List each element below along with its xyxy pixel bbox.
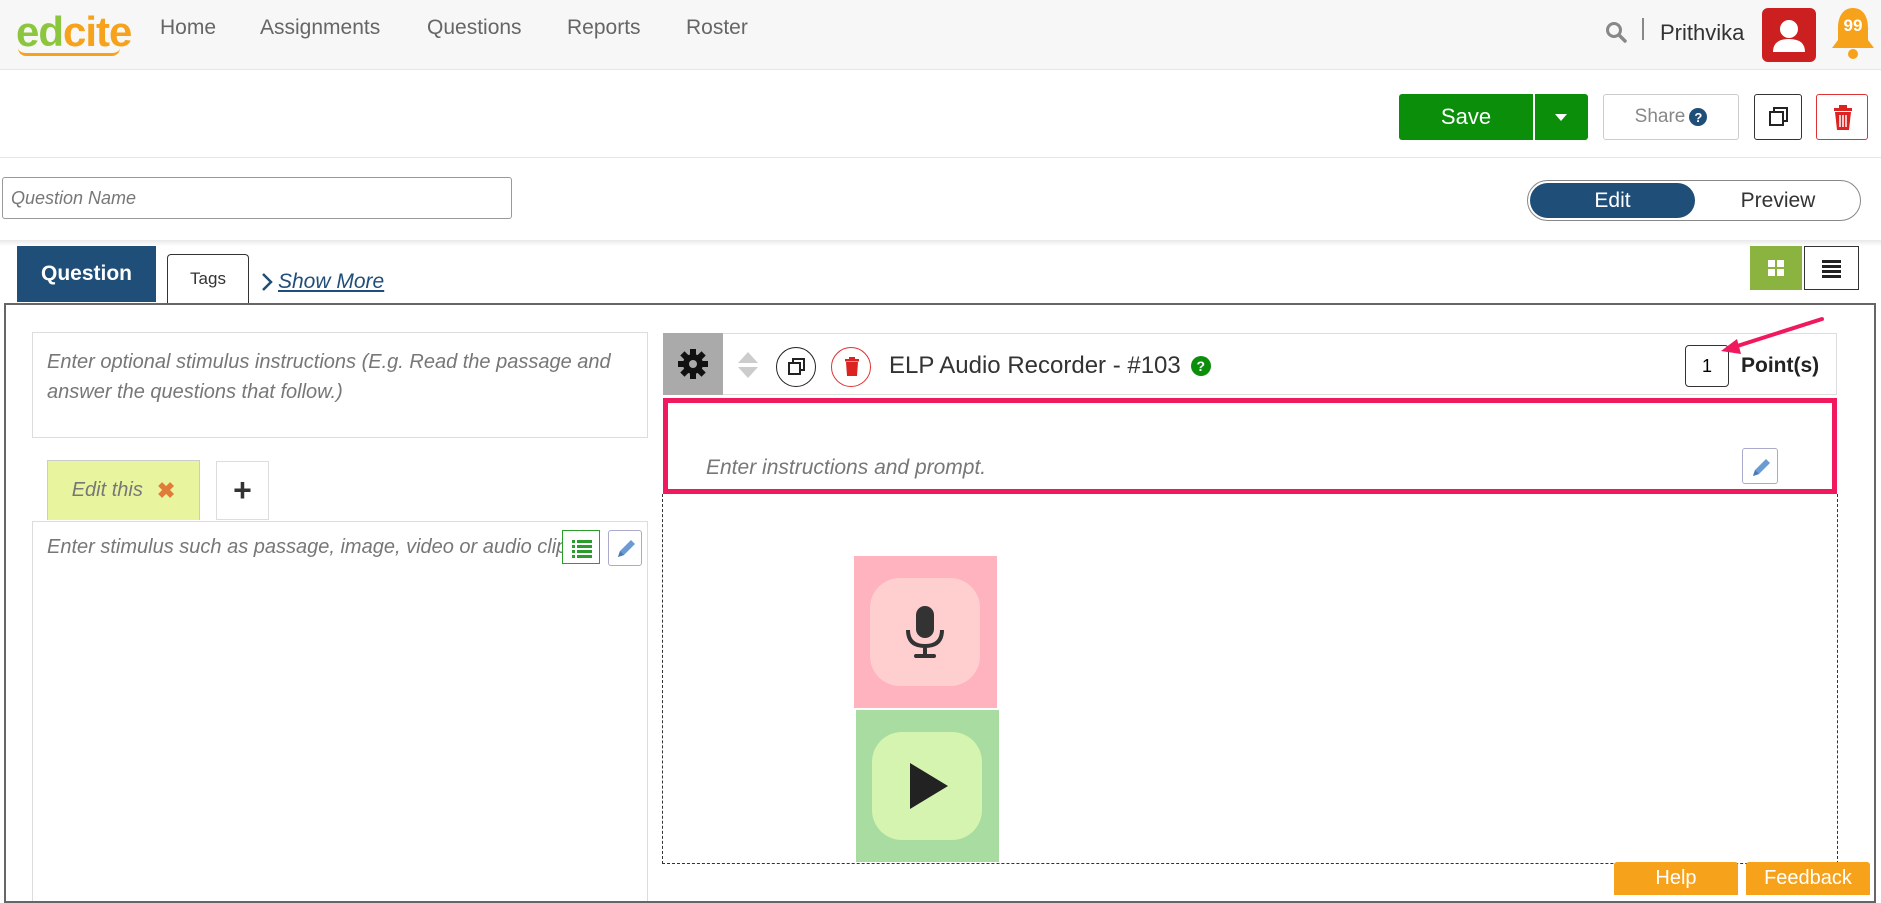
stimulus-edit-button[interactable] — [608, 530, 642, 566]
sort-icon[interactable] — [736, 350, 760, 380]
nav-home[interactable]: Home — [160, 16, 216, 40]
tab-tags[interactable]: Tags — [167, 254, 249, 303]
grid-view-button[interactable] — [1750, 246, 1802, 290]
record-button[interactable] — [854, 556, 997, 708]
top-navbar: edcite Home Assignments Questions Report… — [0, 0, 1881, 70]
play-button-inner — [872, 732, 982, 840]
record-button-inner — [870, 578, 980, 686]
question-name-input[interactable] — [2, 177, 512, 219]
edit-preview-toggle[interactable]: Edit Preview — [1527, 180, 1861, 221]
nav-assignments[interactable]: Assignments — [260, 16, 380, 40]
show-more-label: Show More — [278, 270, 385, 293]
logo-swoosh — [18, 48, 120, 56]
prompt-edit-button[interactable] — [1742, 448, 1778, 484]
stimulus-instructions-field[interactable]: Enter optional stimulus instructions (E.… — [32, 332, 648, 438]
nav-roster[interactable]: Roster — [686, 16, 748, 40]
pencil-icon — [1753, 459, 1770, 476]
divider — [0, 240, 1881, 246]
gear-icon — [678, 349, 708, 379]
play-button[interactable] — [856, 710, 999, 862]
microphone-icon — [906, 606, 944, 658]
nav-reports[interactable]: Reports — [567, 16, 641, 40]
list-icon — [1822, 260, 1841, 278]
avatar[interactable] — [1762, 8, 1816, 62]
save-button[interactable]: Save — [1399, 94, 1533, 140]
annotation-arrow — [1721, 317, 1824, 354]
feedback-button[interactable]: Feedback — [1746, 862, 1870, 895]
tab-question[interactable]: Question — [17, 246, 156, 302]
pencil-icon — [618, 540, 635, 557]
list-view-button[interactable] — [1804, 246, 1859, 290]
duplicate-button[interactable] — [1754, 94, 1802, 140]
help-button[interactable]: Help — [1614, 862, 1738, 895]
share-label: Share — [1634, 106, 1686, 127]
question-title: ELP Audio Recorder - #103 ? — [889, 352, 1211, 380]
share-help-icon[interactable]: ? — [1689, 108, 1708, 126]
stimulus-tab-label: Edit this — [71, 479, 143, 501]
show-more-link[interactable]: Show More — [260, 270, 384, 294]
save-dropdown-button[interactable] — [1535, 94, 1588, 140]
settings-button[interactable] — [663, 333, 723, 395]
stimulus-tab[interactable]: Edit this ✖ — [47, 460, 200, 520]
trash-icon — [1834, 105, 1852, 130]
stimulus-body-field[interactable]: Enter stimulus such as passage, image, v… — [32, 521, 648, 901]
close-icon[interactable]: ✖ — [157, 478, 175, 504]
share-button[interactable]: Share ? — [1603, 94, 1739, 140]
list-icon — [572, 540, 592, 558]
notification-count: 99 — [1843, 16, 1863, 35]
action-bar — [0, 70, 1881, 158]
nav-separator — [1642, 18, 1644, 40]
chevron-right-icon — [262, 273, 273, 291]
duplicate-question-button[interactable] — [776, 347, 816, 387]
play-icon — [910, 763, 948, 809]
delete-button[interactable] — [1816, 94, 1868, 140]
question-help-icon[interactable]: ? — [1190, 356, 1211, 376]
prompt-field[interactable]: Enter instructions and prompt. — [706, 456, 986, 480]
trash-icon — [845, 357, 859, 376]
delete-question-button[interactable] — [831, 347, 871, 387]
answer-area — [662, 494, 1838, 864]
user-icon — [1773, 20, 1805, 52]
user-name[interactable]: Prithvika — [1660, 20, 1744, 46]
stimulus-list-button[interactable] — [562, 530, 600, 564]
edit-mode-button[interactable]: Edit — [1530, 183, 1695, 218]
search-icon[interactable] — [1604, 20, 1628, 44]
question-title-text: ELP Audio Recorder - #103 — [889, 352, 1181, 379]
nav-questions[interactable]: Questions — [427, 16, 522, 40]
preview-mode-button[interactable]: Preview — [1698, 183, 1858, 218]
add-stimulus-tab-button[interactable]: + — [216, 461, 269, 520]
points-label: Point(s) — [1741, 354, 1820, 377]
copy-icon — [1769, 107, 1788, 126]
grid-icon — [1768, 260, 1784, 276]
copy-icon — [788, 358, 805, 375]
